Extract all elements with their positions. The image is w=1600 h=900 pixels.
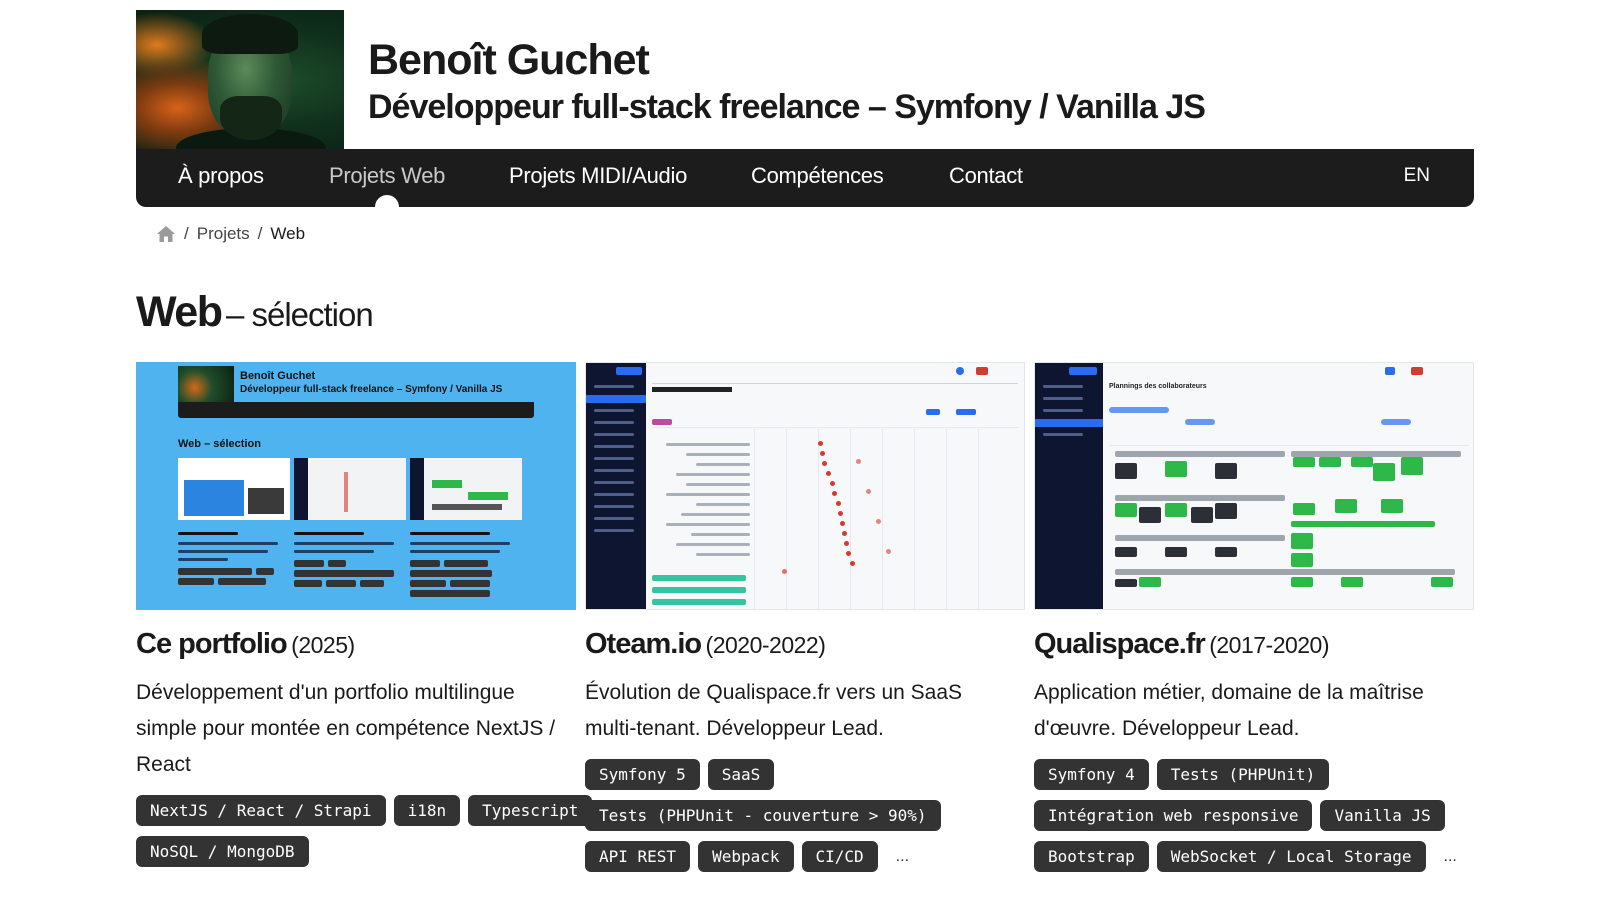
more-tags-ellipsis: ... [895, 847, 910, 865]
home-icon[interactable] [156, 225, 176, 243]
app-sidebar [586, 363, 646, 609]
active-nav-indicator [375, 195, 399, 207]
project-card-qualispace: Plannings des collaborateurs Qualispace.… [1034, 362, 1474, 872]
mini-section-title: Web – sélection [178, 438, 261, 450]
tech-tag: WebSocket / Local Storage [1156, 841, 1426, 872]
mini-card [294, 458, 406, 520]
more-tags-ellipsis: ... [1443, 847, 1457, 865]
tech-tag: Tests (PHPUnit - couverture > 90%) [585, 800, 941, 831]
nav-item-skills[interactable]: Compétences [751, 163, 884, 189]
tech-tag: Bootstrap [1034, 841, 1149, 872]
tech-tag: SaaS [707, 759, 775, 790]
project-card-oteam: Oteam.io (2020-2022) Évolution de Qualis… [585, 362, 1025, 872]
language-switch[interactable]: EN [1404, 165, 1430, 187]
thumb-heading: Plannings des collaborateurs [1109, 383, 1207, 390]
nav-item-contact[interactable]: Contact [949, 163, 1023, 189]
mini-card [178, 458, 290, 520]
nav-item-web-projects[interactable]: Projets Web [329, 163, 445, 189]
project-card-portfolio: Benoît Guchet Développeur full-stack fre… [136, 362, 593, 867]
tech-tag: API REST [585, 841, 691, 872]
project-thumbnail-qualispace[interactable]: Plannings des collaborateurs [1034, 362, 1474, 610]
page-title: Web – sélection [136, 288, 374, 337]
project-years: (2017-2020) [1209, 632, 1330, 658]
project-name[interactable]: Qualispace.fr [1034, 628, 1206, 660]
breadcrumb-projects-link[interactable]: Projets [197, 224, 250, 244]
project-tags: NextJS / React / Strapi i18n Typescript … [136, 795, 596, 867]
tech-tag: Vanilla JS [1320, 800, 1445, 831]
project-title[interactable]: Ce portfolio (2025) [136, 628, 576, 661]
mini-card [410, 458, 522, 520]
project-name[interactable]: Ce portfolio [136, 628, 288, 660]
tech-tag: i18n [393, 795, 461, 826]
tech-tag: CI/CD [801, 841, 878, 872]
breadcrumb-separator: / [257, 224, 263, 243]
project-years: (2025) [291, 632, 355, 658]
project-description: Évolution de Qualispace.fr vers un SaaS … [585, 681, 963, 740]
nav-item-midi-audio-projects[interactable]: Projets MIDI/Audio [509, 163, 687, 189]
project-thumbnail-portfolio[interactable]: Benoît Guchet Développeur full-stack fre… [136, 362, 576, 610]
project-description: Application métier, domaine de la maîtri… [1034, 681, 1424, 740]
site-owner-name: Benoît Guchet [368, 36, 650, 84]
page-title-main: Web [136, 288, 223, 336]
tech-tag: NoSQL / MongoDB [136, 836, 309, 867]
tech-tag: Symfony 5 [585, 759, 700, 790]
app-sidebar [1035, 363, 1103, 609]
project-description: Développement d'un portfolio multilingue… [136, 681, 556, 776]
mini-profile-photo [178, 366, 234, 402]
tech-tag: Intégration web responsive [1034, 800, 1313, 831]
mini-navbar [178, 402, 534, 418]
tech-tag: Tests (PHPUnit) [1156, 759, 1330, 790]
profile-photo [136, 10, 344, 150]
site-header: Benoît Guchet Développeur full-stack fre… [136, 10, 1474, 150]
breadcrumb-current: Web [270, 224, 306, 243]
main-navbar: À propos Projets Web Projets MIDI/Audio … [136, 149, 1474, 207]
page-title-sub: – sélection [225, 296, 374, 333]
project-title[interactable]: Qualispace.fr (2017-2020) [1034, 628, 1474, 661]
tech-tag: Symfony 4 [1034, 759, 1149, 790]
tech-tag: Typescript [468, 795, 593, 826]
mini-site-tagline: Développeur full-stack freelance – Symfo… [240, 384, 503, 395]
project-tags: Symfony 4 Tests (PHPUnit) Intégration we… [1034, 759, 1494, 872]
project-thumbnail-oteam[interactable] [585, 362, 1025, 610]
breadcrumb-separator: / [184, 224, 189, 243]
site-tagline: Développeur full-stack freelance – Symfo… [368, 88, 1206, 126]
project-tags: Symfony 5 SaaS Tests (PHPUnit - couvertu… [585, 759, 1045, 872]
project-title[interactable]: Oteam.io (2020-2022) [585, 628, 1025, 661]
tech-tag: Webpack [698, 841, 794, 872]
breadcrumb: / Projets / Web [156, 224, 305, 244]
mini-site-name: Benoît Guchet [240, 370, 316, 382]
project-name[interactable]: Oteam.io [585, 628, 702, 660]
project-years: (2020-2022) [705, 632, 826, 658]
nav-item-about[interactable]: À propos [178, 163, 264, 189]
tech-tag: NextJS / React / Strapi [136, 795, 386, 826]
